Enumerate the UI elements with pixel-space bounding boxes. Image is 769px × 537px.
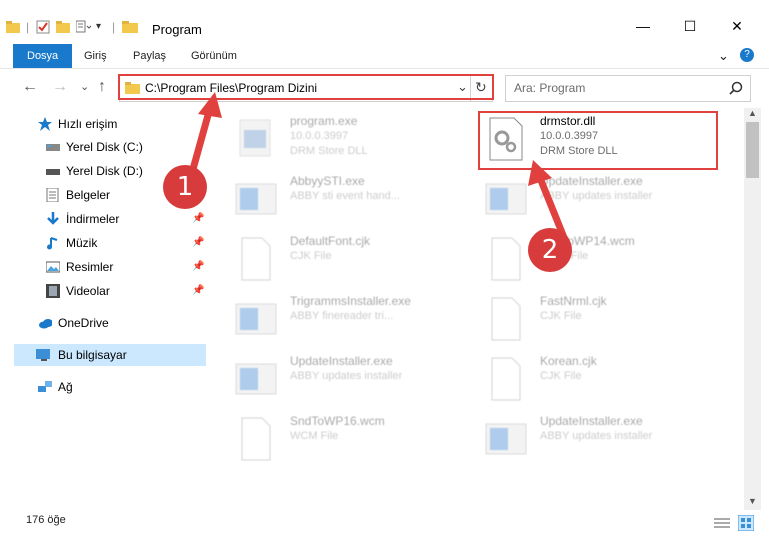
step-1-badge: 1 bbox=[163, 165, 207, 209]
details-view-icon[interactable] bbox=[714, 516, 730, 530]
large-icons-view-icon[interactable] bbox=[738, 515, 754, 531]
status-bar: 176 öğe bbox=[0, 511, 769, 537]
step-2-badge: 2 bbox=[528, 228, 572, 272]
item-count: 176 öğe bbox=[26, 514, 66, 526]
annotation-arrows bbox=[186, 92, 569, 242]
